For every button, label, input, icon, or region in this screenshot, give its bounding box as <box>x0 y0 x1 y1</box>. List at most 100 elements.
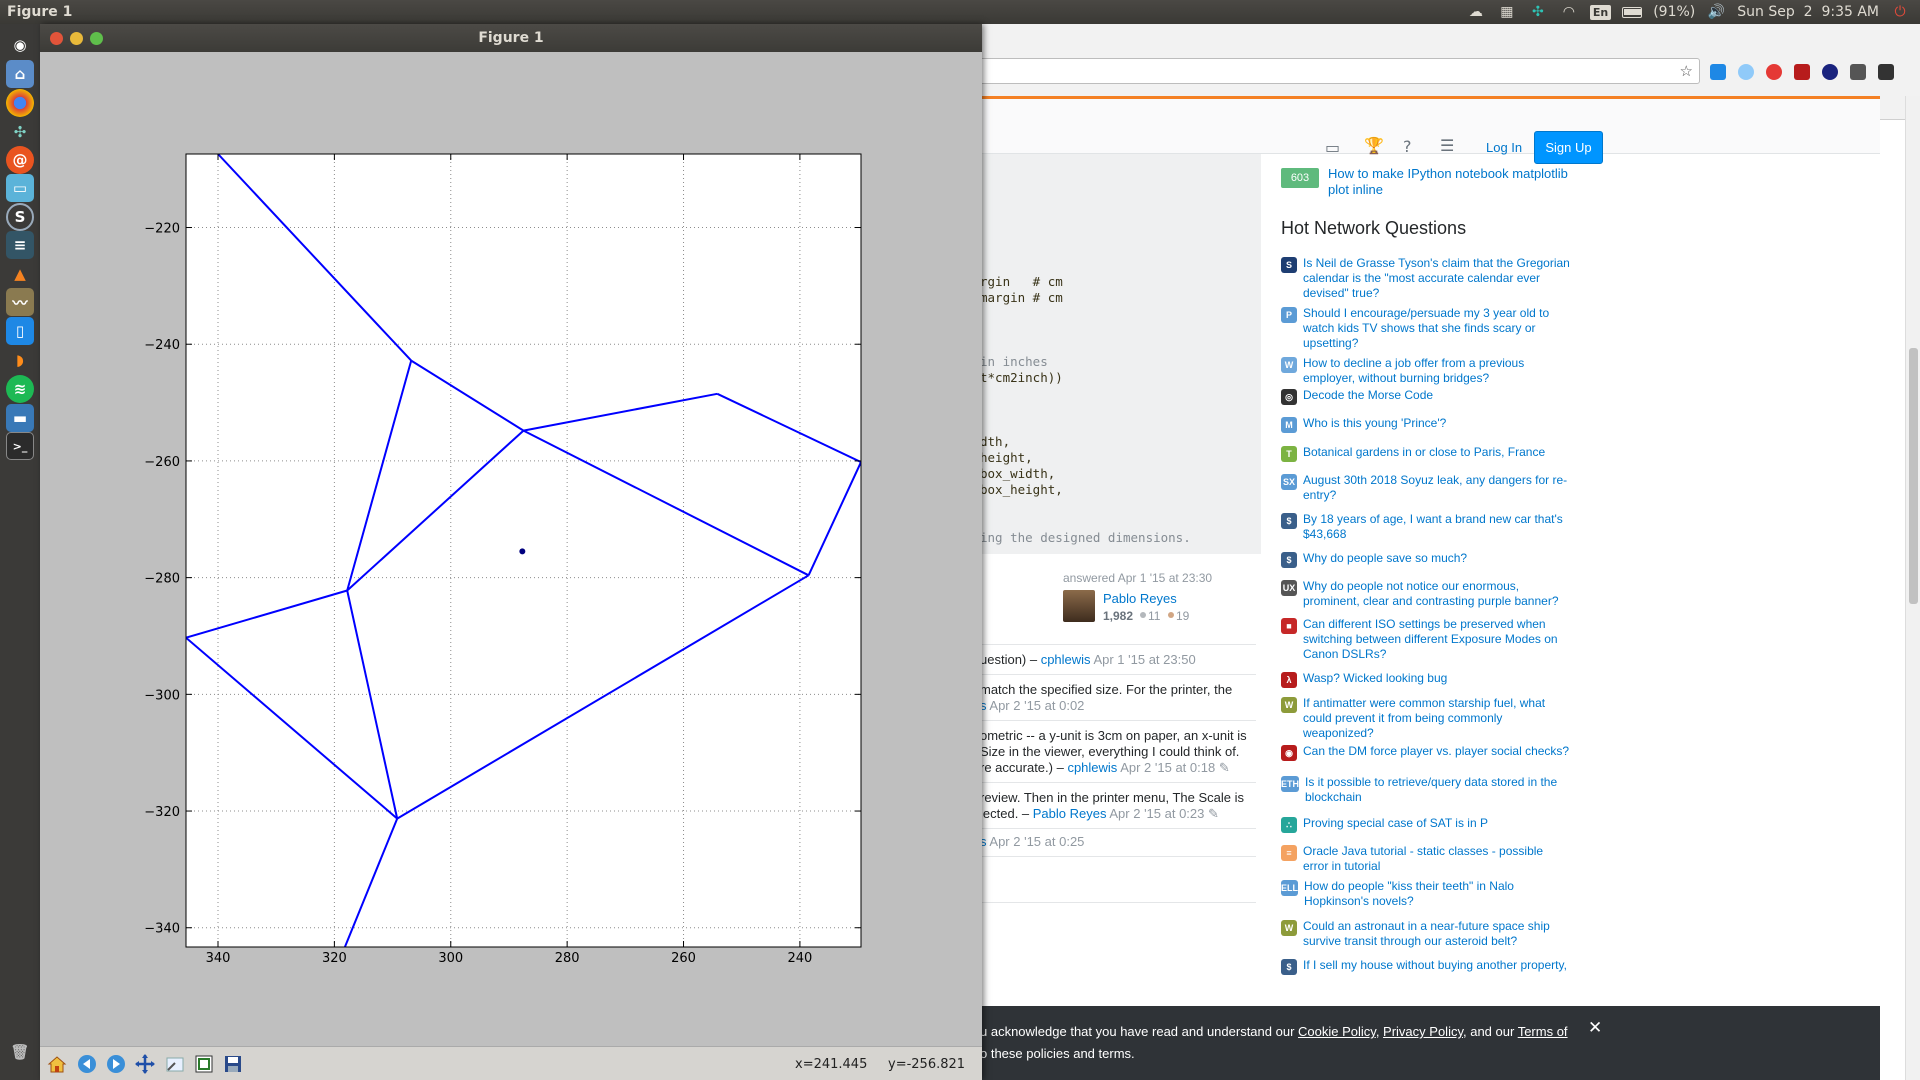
hot-network-question-item[interactable]: T Botanical gardens in or close to Paris,… <box>1281 445 1571 462</box>
hot-network-question-link[interactable]: Is Neil de Grasse Tyson's claim that the… <box>1303 256 1571 301</box>
pan-button[interactable] <box>133 1052 157 1076</box>
comment-user-link[interactable]: cphlewis <box>1067 760 1117 775</box>
network-app-icon[interactable]: ✣ <box>1528 3 1548 21</box>
home-button[interactable] <box>45 1052 69 1076</box>
hot-network-question-link[interactable]: How do people "kiss their teeth" in Nalo… <box>1304 879 1571 909</box>
save-button[interactable] <box>221 1052 245 1076</box>
hot-network-question-link[interactable]: By 18 years of age, I want a brand new c… <box>1303 512 1571 542</box>
battery-percent[interactable]: (91%) <box>1653 4 1695 20</box>
hot-network-question-link[interactable]: Wasp? Wicked looking bug <box>1303 671 1447 688</box>
inbox-icon[interactable]: ▭ <box>1325 138 1340 157</box>
hot-network-question-link[interactable]: Could an astronaut in a near-future spac… <box>1303 919 1571 949</box>
user-avatar[interactable] <box>1063 590 1095 622</box>
image-viewer-icon[interactable]: ▭ <box>6 174 34 202</box>
back-button[interactable] <box>75 1052 99 1076</box>
hot-network-question-item[interactable]: ≡ Oracle Java tutorial - static classes -… <box>1281 844 1571 874</box>
hot-network-question-link[interactable]: Oracle Java tutorial - static classes - … <box>1303 844 1571 874</box>
help-icon[interactable]: ? <box>1403 137 1412 156</box>
hot-network-question-link[interactable]: Should I encourage/persuade my 3 year ol… <box>1303 306 1571 351</box>
hot-network-question-link[interactable]: August 30th 2018 Soyuz leak, any dangers… <box>1303 473 1571 503</box>
answer-user-link[interactable]: Pablo Reyes <box>1103 591 1177 606</box>
hot-network-question-link[interactable]: Who is this young 'Prince'? <box>1303 416 1446 433</box>
volume-icon[interactable]: 🔊 <box>1706 3 1726 21</box>
hot-network-question-link[interactable]: How to decline a job offer from a previo… <box>1303 356 1571 386</box>
hot-network-question-link[interactable]: Decode the Morse Code <box>1303 388 1433 405</box>
maximize-window-button[interactable] <box>90 32 103 45</box>
hot-network-question-item[interactable]: ◎ Decode the Morse Code <box>1281 388 1571 405</box>
hot-network-question-link[interactable]: Botanical gardens in or close to Paris, … <box>1303 445 1545 462</box>
hot-network-question-link[interactable]: Can different ISO settings be preserved … <box>1303 617 1571 662</box>
trash-icon[interactable]: 🗑 <box>6 1038 34 1066</box>
hot-network-question-item[interactable]: S Is Neil de Grasse Tyson's claim that th… <box>1281 256 1571 301</box>
vlc-icon[interactable]: ▲ <box>6 260 34 288</box>
extension-icon[interactable] <box>1794 64 1810 80</box>
hot-network-question-item[interactable]: ∴ Proving special case of SAT is in P <box>1281 816 1571 833</box>
site-switcher-icon[interactable]: ☰ <box>1440 136 1454 155</box>
page-scrollbar[interactable] <box>1905 96 1920 1080</box>
chrome-icon[interactable] <box>6 89 34 117</box>
plot-svg[interactable]: 340 320 300 280 260 240 −220 −240 −260 −280 −300 −3… <box>40 52 982 1046</box>
hot-network-question-item[interactable]: ■ Can different ISO settings be preserved… <box>1281 617 1571 662</box>
bookmark-star-icon[interactable]: ☆ <box>1680 62 1693 80</box>
workspace-switcher-icon[interactable]: ▦ <box>1497 3 1517 21</box>
network-tool-icon[interactable]: ✣ <box>6 118 34 146</box>
extension-icon[interactable] <box>1710 64 1726 80</box>
hot-network-question-item[interactable]: SX August 30th 2018 Soyuz leak, any dange… <box>1281 473 1571 503</box>
hot-network-question-item[interactable]: ◉ Can the DM force player vs. player soci… <box>1281 744 1571 761</box>
forward-button[interactable] <box>104 1052 128 1076</box>
files-icon[interactable]: ⌂ <box>6 60 34 88</box>
linked-question-link[interactable]: How to make IPython notebook matplotlib <box>1328 166 1568 181</box>
achievements-icon[interactable]: 🏆 <box>1364 136 1384 155</box>
hot-network-question-item[interactable]: λ Wasp? Wicked looking bug <box>1281 671 1571 688</box>
scrollbar-thumb[interactable] <box>1909 348 1918 604</box>
hot-network-question-link[interactable]: Why do people not notice our enormous, p… <box>1303 579 1571 609</box>
ubuntu-software-icon[interactable]: @ <box>6 146 34 174</box>
power-icon[interactable]: ⏻ <box>1890 3 1910 21</box>
hot-network-question-item[interactable]: $ Why do people save so much? <box>1281 551 1571 568</box>
terms-link[interactable]: Terms of <box>1518 1024 1568 1039</box>
privacy-policy-link[interactable]: Privacy Policy <box>1383 1024 1463 1039</box>
edit-pencil-icon[interactable]: ✎ <box>1208 806 1219 821</box>
hot-network-question-item[interactable]: $ By 18 years of age, I want a brand new … <box>1281 512 1571 542</box>
subplots-button[interactable] <box>192 1052 216 1076</box>
close-window-button[interactable] <box>50 32 63 45</box>
hot-network-question-item[interactable]: $ If I sell my house without buying anoth… <box>1281 958 1571 975</box>
hot-network-question-item[interactable]: ETH Is it possible to retrieve/query data… <box>1281 775 1571 805</box>
hot-network-question-item[interactable]: W If antimatter were common starship fuel… <box>1281 696 1571 741</box>
spotify-icon[interactable]: ≋ <box>6 375 34 403</box>
hot-network-question-item[interactable]: W Could an astronaut in a near-future spa… <box>1281 919 1571 949</box>
mixer-icon[interactable]: ≡ <box>6 231 34 259</box>
comment-user-link[interactable]: cphlewis <box>1041 652 1091 667</box>
extension-icon[interactable] <box>1822 64 1838 80</box>
signup-button[interactable]: Sign Up <box>1534 131 1603 164</box>
battery-icon[interactable] <box>1622 3 1643 21</box>
hot-network-question-link[interactable]: If antimatter were common starship fuel,… <box>1303 696 1571 741</box>
hot-network-question-item[interactable]: UX Why do people not notice our enormous,… <box>1281 579 1571 609</box>
figure-titlebar[interactable]: Figure 1 <box>40 24 982 52</box>
figure-canvas[interactable]: 340 320 300 280 260 240 −220 −240 −260 −280 −300 −3… <box>40 52 982 1074</box>
folder-icon[interactable]: ▬ <box>6 404 34 432</box>
extension-icon[interactable] <box>1850 64 1866 80</box>
hot-network-question-link[interactable]: Proving special case of SAT is in P <box>1303 816 1488 833</box>
skype-icon[interactable]: S <box>6 203 34 231</box>
hot-network-question-link[interactable]: Is it possible to retrieve/query data st… <box>1305 775 1571 805</box>
minimize-window-button[interactable] <box>70 32 83 45</box>
dash-home-icon[interactable]: ◉ <box>6 31 34 59</box>
edit-pencil-icon[interactable]: ✎ <box>1219 760 1230 775</box>
hot-network-question-item[interactable]: P Should I encourage/persuade my 3 year o… <box>1281 306 1571 351</box>
wifi-icon[interactable]: ◠ <box>1559 3 1579 21</box>
keyboard-layout-indicator[interactable]: En <box>1589 4 1612 20</box>
terminal-icon[interactable]: >_ <box>6 432 34 460</box>
hot-network-question-item[interactable]: W How to decline a job offer from a previ… <box>1281 356 1571 386</box>
hot-network-question-item[interactable]: ELL How do people "kiss their teeth" in N… <box>1281 879 1571 909</box>
linked-question-link[interactable]: plot inline <box>1328 182 1383 197</box>
clock[interactable]: Sun Sep 2 9:35 AM <box>1737 4 1879 20</box>
address-bar[interactable]: ☆ <box>960 58 1700 84</box>
close-icon[interactable]: ✕ <box>1588 1018 1602 1038</box>
document-viewer-icon[interactable]: ▯ <box>6 317 34 345</box>
cloud-icon[interactable]: ☁ <box>1466 3 1486 21</box>
hot-network-question-link[interactable]: If I sell my house without buying anothe… <box>1303 958 1567 975</box>
zoom-button[interactable] <box>163 1052 187 1076</box>
hot-network-question-item[interactable]: M Who is this young 'Prince'? <box>1281 416 1571 433</box>
extension-icon[interactable] <box>1878 64 1894 80</box>
